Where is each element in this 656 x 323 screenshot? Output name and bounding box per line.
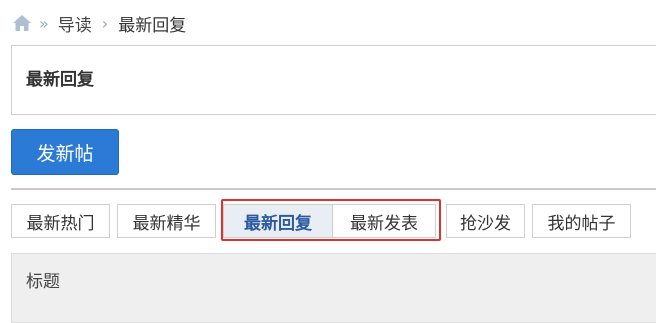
tab-my-posts[interactable]: 我的帖子 xyxy=(532,204,631,238)
breadcrumb: » 导读 › 最新回复 xyxy=(12,10,186,36)
tab-sofa[interactable]: 抢沙发 xyxy=(446,204,525,238)
new-post-button[interactable]: 发新帖 xyxy=(11,129,119,175)
breadcrumb-separator: » xyxy=(39,13,49,33)
tab-latest-reply[interactable]: 最新回复 xyxy=(223,204,333,238)
table-header: 标题 xyxy=(11,253,656,323)
tab-digest[interactable]: 最新精华 xyxy=(117,204,216,238)
page-title: 最新回复 xyxy=(26,70,94,90)
page-title-box: 最新回复 xyxy=(11,45,656,115)
divider xyxy=(11,188,656,190)
tab-hot[interactable]: 最新热门 xyxy=(11,204,110,238)
breadcrumb-current: 最新回复 xyxy=(118,15,187,36)
tab-latest-post[interactable]: 最新发表 xyxy=(332,204,436,238)
breadcrumb-separator: › xyxy=(101,13,109,33)
home-icon[interactable] xyxy=(12,13,32,33)
breadcrumb-link-guide[interactable]: 导读 xyxy=(58,11,92,36)
column-title-label: 标题 xyxy=(26,272,60,292)
